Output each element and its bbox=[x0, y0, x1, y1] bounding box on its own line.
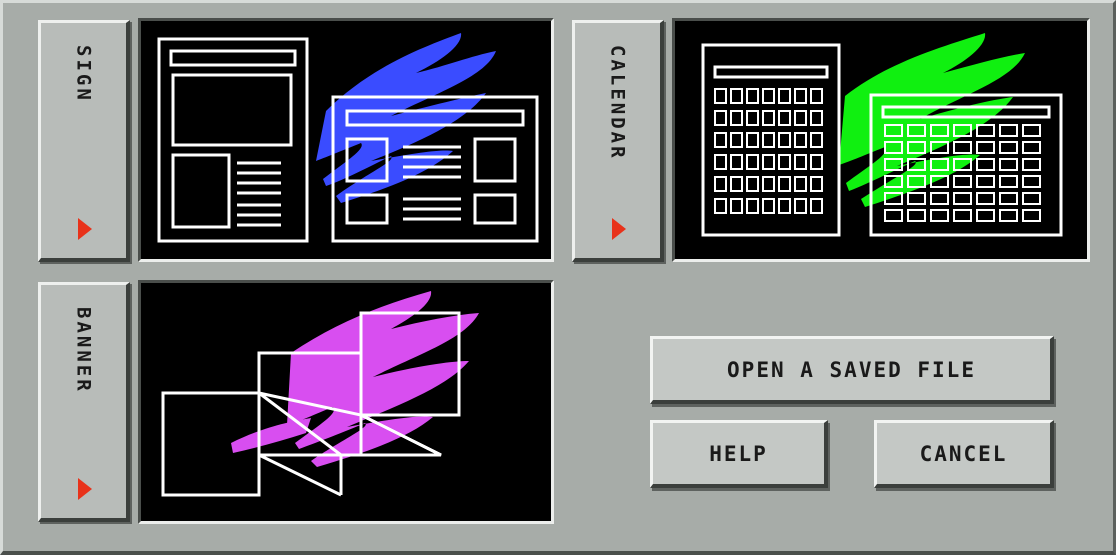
calendar-cell bbox=[1022, 158, 1041, 171]
calendar-cell bbox=[714, 88, 727, 104]
sign-preview[interactable] bbox=[138, 18, 554, 262]
calendar-cell bbox=[778, 176, 791, 192]
calendar-illustration bbox=[701, 33, 1063, 237]
calendar-cell bbox=[714, 198, 727, 214]
sign-illustration bbox=[157, 33, 539, 243]
banner-brush-stroke bbox=[231, 291, 479, 467]
calendar-cell bbox=[999, 124, 1018, 137]
cancel-button[interactable]: CANCEL bbox=[874, 420, 1054, 488]
banner-illustration bbox=[161, 291, 479, 497]
calendar-cell bbox=[762, 88, 775, 104]
calendar-cell bbox=[778, 132, 791, 148]
right-triangle-icon bbox=[77, 218, 92, 240]
calendar-cell bbox=[714, 132, 727, 148]
sign-button[interactable]: SIGN bbox=[38, 20, 130, 262]
calendar-cell bbox=[953, 192, 972, 205]
calendar-label: CALENDAR bbox=[606, 45, 629, 161]
calendar-cell bbox=[810, 198, 823, 214]
calendar-cell bbox=[884, 209, 903, 222]
calendar-cell bbox=[810, 154, 823, 170]
banner-preview[interactable] bbox=[138, 280, 554, 524]
calendar-cell bbox=[1022, 124, 1041, 137]
calendar-cell bbox=[999, 141, 1018, 154]
calendar-cell bbox=[714, 110, 727, 126]
sign-label: SIGN bbox=[72, 45, 95, 103]
calendar-cell bbox=[730, 198, 743, 214]
calendar-button[interactable]: CALENDAR bbox=[572, 20, 664, 262]
right-triangle-icon bbox=[77, 478, 92, 500]
calendar-cell bbox=[999, 158, 1018, 171]
calendar-cell bbox=[778, 88, 791, 104]
open-saved-file-button[interactable]: OPEN A SAVED FILE bbox=[650, 336, 1054, 404]
calendar-cell bbox=[976, 209, 995, 222]
calendar-cell bbox=[1022, 192, 1041, 205]
calendar-cell bbox=[999, 209, 1018, 222]
banner-button[interactable]: BANNER bbox=[38, 282, 130, 522]
calendar-cell bbox=[730, 132, 743, 148]
calendar-cell bbox=[778, 198, 791, 214]
calendar-cell bbox=[976, 141, 995, 154]
calendar-cell bbox=[976, 158, 995, 171]
calendar-cell bbox=[746, 110, 759, 126]
calendar-cell bbox=[762, 198, 775, 214]
calendar-cell bbox=[810, 176, 823, 192]
calendar-cell bbox=[1022, 209, 1041, 222]
help-button[interactable]: HELP bbox=[650, 420, 828, 488]
calendar-cell bbox=[794, 154, 807, 170]
calendar-cell bbox=[794, 88, 807, 104]
calendar-cell bbox=[714, 176, 727, 192]
calendar-cell bbox=[794, 110, 807, 126]
calendar-cell bbox=[907, 192, 926, 205]
calendar-cell bbox=[999, 192, 1018, 205]
calendar-cell bbox=[930, 209, 949, 222]
calendar-cell bbox=[1022, 141, 1041, 154]
calendar-cell bbox=[730, 110, 743, 126]
calendar-cell bbox=[953, 141, 972, 154]
calendar-cell bbox=[746, 198, 759, 214]
calendar-cell bbox=[762, 132, 775, 148]
calendar-cell bbox=[810, 88, 823, 104]
calendar-cell bbox=[976, 192, 995, 205]
calendar-cell bbox=[778, 154, 791, 170]
banner-label: BANNER bbox=[72, 307, 95, 394]
calendar-cell bbox=[794, 176, 807, 192]
calendar-cell bbox=[1022, 175, 1041, 188]
calendar-cell bbox=[778, 110, 791, 126]
calendar-cell bbox=[930, 192, 949, 205]
calendar-preview[interactable] bbox=[672, 18, 1090, 262]
calendar-cell bbox=[730, 88, 743, 104]
calendar-cell bbox=[810, 110, 823, 126]
calendar-cell bbox=[999, 175, 1018, 188]
calendar-cell bbox=[730, 176, 743, 192]
calendar-cell bbox=[953, 209, 972, 222]
calendar-cell bbox=[810, 132, 823, 148]
calendar-cell bbox=[953, 175, 972, 188]
calendar-cell bbox=[762, 176, 775, 192]
calendar-cell bbox=[762, 154, 775, 170]
calendar-cell bbox=[794, 198, 807, 214]
calendar-cell bbox=[746, 132, 759, 148]
calendar-cell bbox=[794, 132, 807, 148]
calendar-cell bbox=[976, 124, 995, 137]
calendar-cell bbox=[746, 176, 759, 192]
calendar-cell bbox=[976, 175, 995, 188]
calendar-cell bbox=[730, 154, 743, 170]
right-triangle-icon bbox=[611, 218, 626, 240]
calendar-cell bbox=[746, 88, 759, 104]
calendar-cell bbox=[714, 154, 727, 170]
calendar-cell bbox=[762, 110, 775, 126]
calendar-cell bbox=[907, 209, 926, 222]
calendar-cell bbox=[746, 154, 759, 170]
